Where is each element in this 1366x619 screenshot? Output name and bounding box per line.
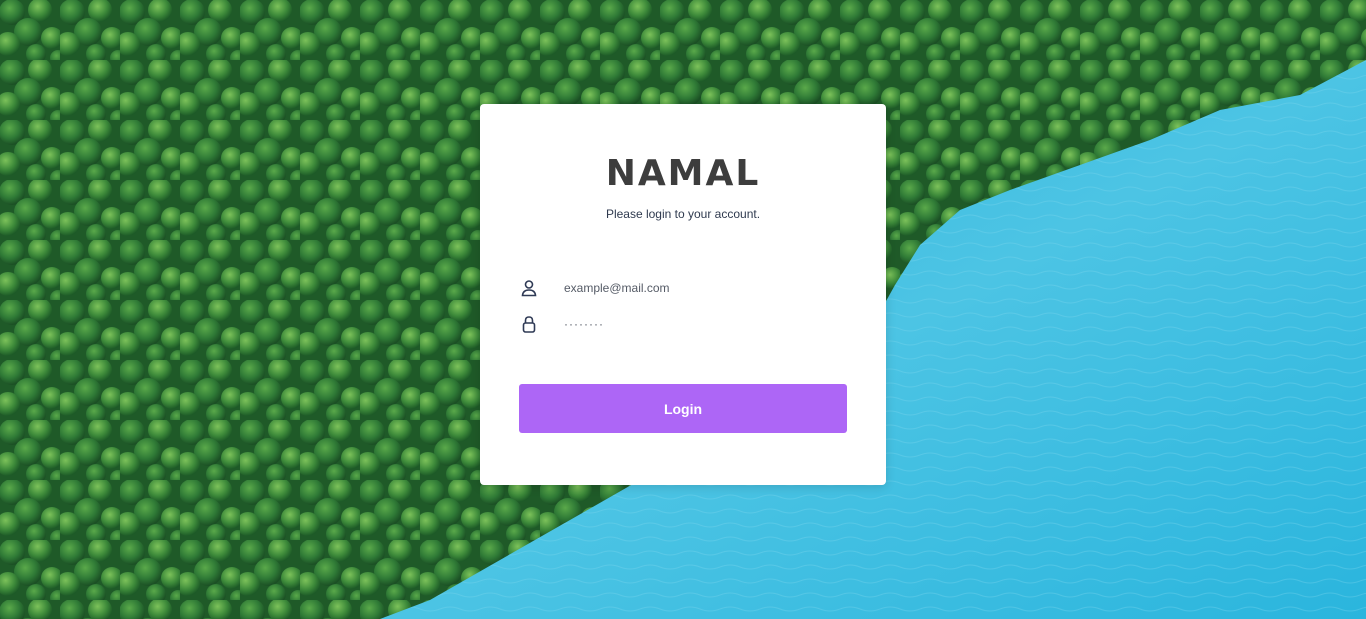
login-subtitle: Please login to your account. <box>605 207 761 221</box>
brand-title: NAMAL <box>605 153 761 194</box>
login-button[interactable]: Login <box>519 384 847 433</box>
user-icon <box>519 278 539 298</box>
email-input[interactable] <box>564 277 847 299</box>
email-field <box>519 275 847 301</box>
password-input[interactable] <box>564 313 847 335</box>
password-field <box>519 311 847 337</box>
lock-icon <box>519 314 539 334</box>
